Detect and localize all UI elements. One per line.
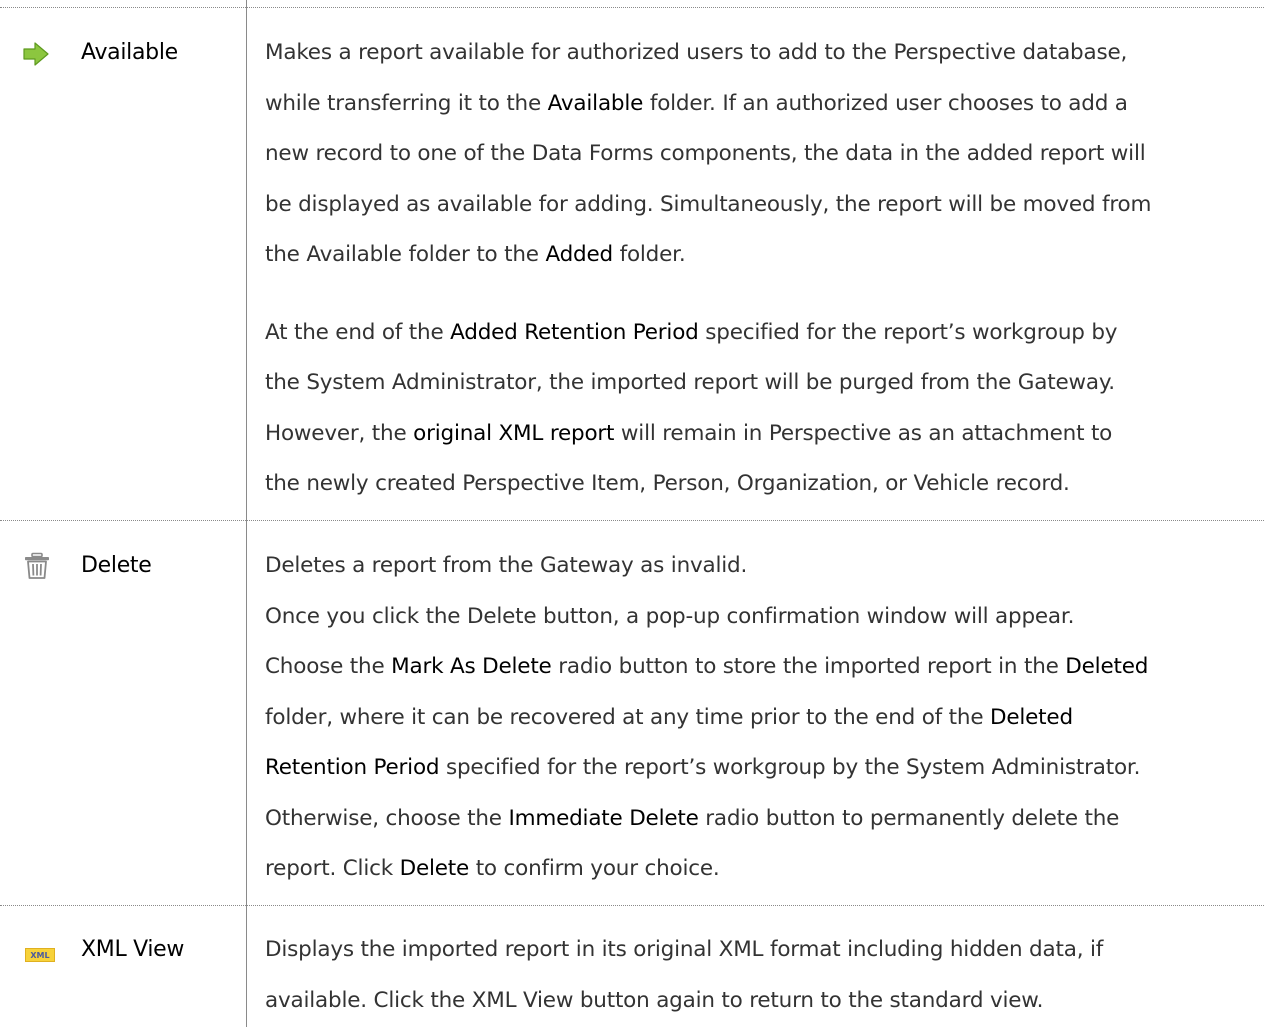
text-segment: At the end of the	[265, 319, 451, 345]
term-label: XML View	[81, 937, 185, 962]
text-segment: However, the	[265, 420, 414, 446]
emphasized-term: Mark As Delete	[391, 654, 552, 679]
text-segment: available. Click the XML View button aga…	[265, 987, 1044, 1013]
text-segment: report. Click	[265, 856, 400, 881]
text-line: Deletes a report from the Gateway as inv…	[265, 541, 1264, 592]
text-segment: radio button to store the imported repor…	[551, 654, 1066, 679]
right-arrow-icon	[22, 40, 50, 68]
text-line: Choose the Mark As Delete radio button t…	[265, 642, 1264, 693]
text-segment: Makes a report available for authorized …	[265, 40, 1128, 65]
text-line: Retention Period specified for the repor…	[265, 743, 1264, 794]
text-segment: while transferring it to the	[265, 90, 548, 116]
text-segment: Otherwise, choose the	[265, 805, 509, 831]
emphasized-term: Added	[545, 242, 613, 267]
text-segment: the System Administrator, the imported r…	[265, 370, 1115, 395]
description-paragraph: At the end of the Added Retention Period…	[265, 308, 1264, 510]
emphasized-term: original XML report	[413, 420, 615, 446]
emphasized-term: Deleted	[1065, 654, 1149, 679]
text-segment: radio button to permanently delete the	[698, 805, 1120, 831]
text-segment: folder, where it can be recovered at any…	[265, 704, 990, 730]
emphasized-term: Retention Period	[265, 755, 440, 780]
text-segment: Displays the imported report in its orig…	[265, 937, 1104, 962]
text-line: while transferring it to the Available f…	[265, 79, 1264, 130]
text-segment: specified for the report’s workgroup by	[698, 319, 1118, 345]
xml-icon: XML	[25, 947, 55, 962]
text-line: Once you click the Delete button, a pop-…	[265, 592, 1264, 643]
text-line: folder, where it can be recovered at any…	[265, 693, 1264, 744]
description: Displays the imported report in its orig…	[265, 925, 1264, 1026]
text-line: be displayed as available for adding. Si…	[265, 180, 1264, 231]
text-segment: to confirm your choice.	[469, 856, 720, 881]
text-segment: folder. If an authorized user chooses to…	[643, 90, 1128, 116]
text-line: the System Administrator, the imported r…	[265, 358, 1264, 409]
text-line: However, the original XML report will re…	[265, 409, 1264, 460]
text-line: available. Click the XML View button aga…	[265, 976, 1264, 1027]
text-line: Otherwise, choose the Immediate Delete r…	[265, 794, 1264, 845]
text-segment: be displayed as available for adding. Si…	[265, 191, 1152, 217]
trash-icon	[24, 552, 52, 580]
description: Deletes a report from the Gateway as inv…	[265, 541, 1264, 895]
emphasized-term: Deleted	[990, 704, 1073, 730]
text-line: At the end of the Added Retention Period…	[265, 308, 1264, 359]
text-line: the Available folder to the Added folder…	[265, 230, 1264, 281]
text-segment: the newly created Perspective Item, Pers…	[265, 471, 1070, 496]
text-segment: Once you click the Delete button, a pop-…	[265, 603, 1075, 629]
emphasized-term: Delete	[399, 856, 470, 881]
text-line: report. Click Delete to confirm your cho…	[265, 844, 1264, 895]
row-divider	[0, 520, 1264, 521]
text-segment: new record to one of the Data Forms comp…	[265, 141, 1146, 166]
term-label: Delete	[81, 553, 152, 578]
xml-icon-label: XML	[30, 951, 49, 960]
description-paragraph: Deletes a report from the Gateway as inv…	[265, 541, 1264, 895]
emphasized-term: Available	[547, 90, 644, 116]
column-divider	[246, 0, 247, 1027]
definition-table: Available Makes a report available for a…	[0, 0, 1264, 1027]
description-paragraph: Displays the imported report in its orig…	[265, 925, 1264, 1026]
text-segment: Deletes a report from the Gateway as inv…	[265, 553, 748, 578]
text-line: Displays the imported report in its orig…	[265, 925, 1264, 976]
text-segment: folder.	[612, 242, 686, 267]
text-line: Makes a report available for authorized …	[265, 28, 1264, 79]
description: Makes a report available for authorized …	[265, 28, 1264, 510]
text-segment: Choose the	[265, 654, 392, 679]
description-paragraph: Makes a report available for authorized …	[265, 28, 1264, 281]
row-divider	[0, 905, 1264, 906]
text-segment: specified for the report’s workgroup by …	[439, 755, 1141, 780]
text-line: the newly created Perspective Item, Pers…	[265, 459, 1264, 510]
emphasized-term: Added Retention Period	[450, 319, 699, 345]
emphasized-term: Immediate Delete	[508, 805, 699, 831]
text-segment: the Available folder to the	[265, 242, 546, 267]
text-segment: will remain in Perspective as an attachm…	[614, 420, 1113, 446]
text-line: new record to one of the Data Forms comp…	[265, 129, 1264, 180]
term-label: Available	[81, 40, 178, 65]
table-rule	[0, 7, 1264, 8]
